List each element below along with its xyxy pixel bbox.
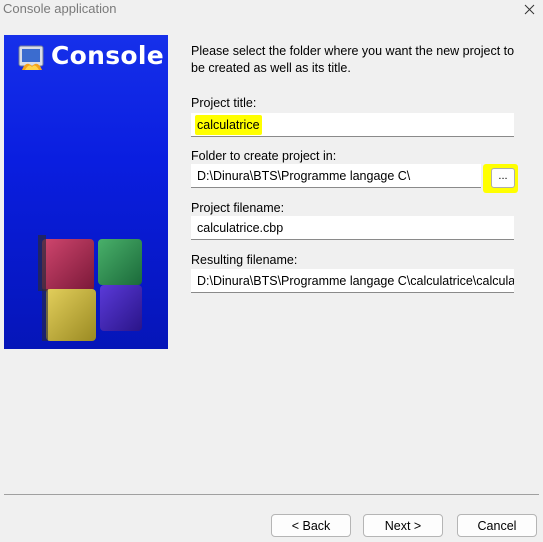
next-button[interactable]: Next > bbox=[363, 514, 443, 537]
banner-title: Console bbox=[51, 41, 165, 70]
cancel-button[interactable]: Cancel bbox=[457, 514, 537, 537]
back-button[interactable]: < Back bbox=[271, 514, 351, 537]
project-title-value: calculatrice bbox=[195, 115, 262, 135]
project-filename-input[interactable]: calculatrice.cbp bbox=[191, 216, 514, 240]
resulting-filename-label: Resulting filename: bbox=[191, 253, 298, 267]
intro-text: Please select the folder where you want … bbox=[191, 44, 515, 75]
project-title-input[interactable]: calculatrice bbox=[191, 113, 514, 137]
codeblocks-logo-icon bbox=[18, 45, 44, 70]
resulting-filename-field[interactable]: D:\Dinura\BTS\Programme langage C\calcul… bbox=[191, 269, 514, 293]
close-button[interactable] bbox=[521, 1, 537, 17]
close-icon bbox=[524, 4, 534, 14]
project-filename-label: Project filename: bbox=[191, 201, 285, 215]
folder-label: Folder to create project in: bbox=[191, 149, 337, 163]
project-title-label: Project title: bbox=[191, 96, 257, 110]
cubes-icon bbox=[38, 235, 142, 341]
window-title: Console application bbox=[3, 1, 117, 16]
title-bar: Console application bbox=[0, 0, 543, 18]
footer-divider bbox=[4, 494, 539, 495]
folder-input[interactable]: D:\Dinura\BTS\Programme langage C\ bbox=[191, 164, 481, 188]
browse-button[interactable]: ... bbox=[491, 168, 515, 188]
wizard-banner: Console bbox=[4, 35, 168, 349]
